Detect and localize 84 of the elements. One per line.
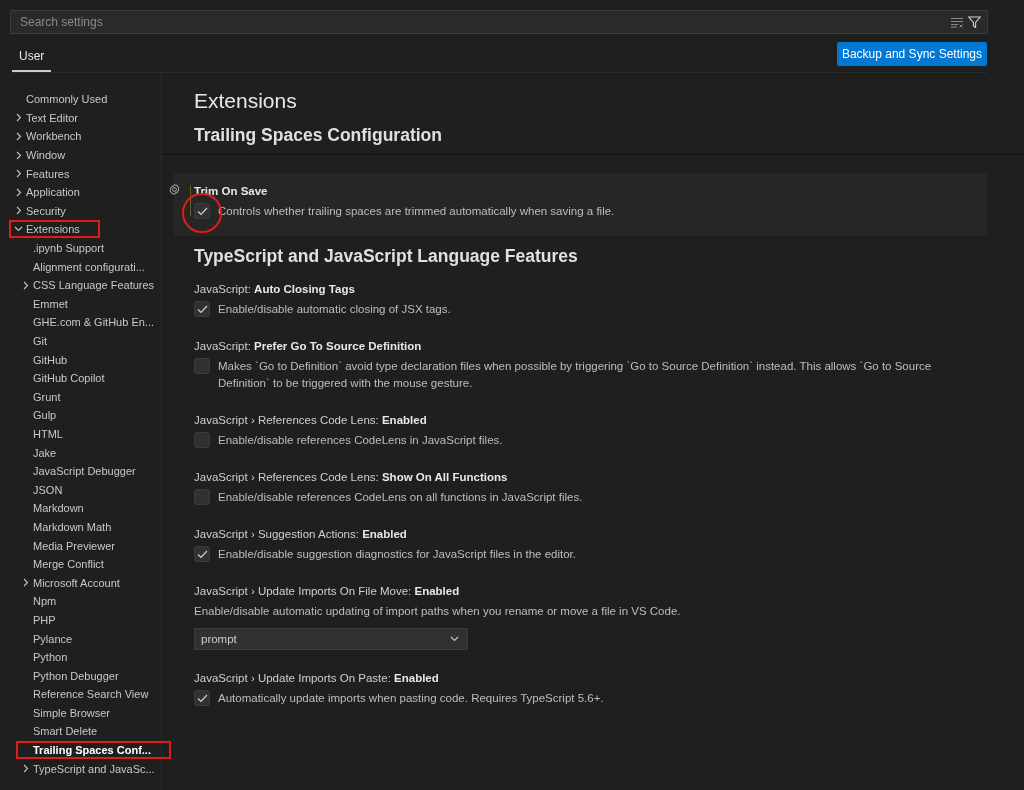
chevron-right-icon[interactable] (14, 113, 23, 123)
checkbox[interactable] (194, 546, 210, 562)
sidebar-item[interactable]: Merge Conflict (33, 558, 104, 571)
checkbox[interactable] (194, 358, 210, 374)
sidebar-item[interactable]: TypeScript and JavaSc... (33, 762, 155, 775)
search-field[interactable]: Search settings (10, 10, 988, 34)
setting-description: Makes `Go to Definition` avoid type declaration files when possible by triggering `Go to Source Definition` instead. This allows `Go to Source Definition` to be triggered with the mouse gesture. (218, 359, 933, 391)
filter-icon[interactable] (968, 15, 981, 29)
sidebar-item[interactable]: Npm (33, 595, 57, 608)
checkbox[interactable] (194, 489, 210, 505)
sidebar-item[interactable]: Window (26, 149, 66, 162)
clear-filter-icon[interactable] (951, 16, 964, 28)
chevron-right-icon[interactable] (14, 132, 23, 141)
sidebar-item[interactable]: CSS Language Features (33, 279, 155, 292)
setting-title: JavaScript › Update Imports On Paste: Enabled (194, 672, 440, 684)
section-heading: Trailing Spaces Configuration (194, 125, 443, 146)
sidebar-item[interactable]: HTML (33, 428, 63, 440)
sidebar-item[interactable]: JavaScript Debugger (33, 465, 136, 478)
check-icon (196, 304, 208, 314)
chevron-right-icon[interactable] (14, 206, 23, 216)
sidebar-item[interactable]: Workbench (26, 130, 82, 143)
sidebar-item[interactable]: Trailing Spaces Conf... (33, 744, 151, 757)
checkbox[interactable] (194, 203, 210, 219)
check-icon (196, 206, 208, 216)
sidebar-item[interactable]: Python Debugger (33, 669, 119, 682)
sidebar-item[interactable]: Python (33, 651, 68, 664)
chevron-right-icon[interactable] (21, 764, 30, 774)
setting-description: Enable/disable references CodeLens on all functions in JavaScript files. (218, 490, 584, 505)
check-icon (196, 693, 208, 703)
sidebar-item[interactable]: Application (26, 186, 80, 199)
sidebar-item[interactable]: Features (26, 167, 70, 180)
section-heading: TypeScript and JavaScript Language Features (194, 246, 579, 267)
sidebar-item[interactable]: Extensions (26, 223, 80, 236)
sidebar-item[interactable]: Media Previewer (33, 539, 115, 552)
sidebar-item[interactable]: PHP (33, 613, 56, 626)
sidebar-item[interactable]: Reference Search View (33, 688, 149, 701)
sidebar-item[interactable]: Git (33, 335, 48, 347)
setting-description: Automatically update imports when pasting code. Requires TypeScript 5.6+. (218, 691, 605, 706)
page-heading: Extensions (194, 89, 298, 113)
check-icon (196, 549, 208, 559)
sidebar-item[interactable]: Security (26, 204, 66, 217)
setting-title: JavaScript: Auto Closing Tags (194, 283, 356, 295)
sidebar-item[interactable]: .ipynb Support (33, 242, 104, 255)
chevron-right-icon[interactable] (14, 169, 23, 179)
setting-description: Enable/disable references CodeLens in JavaScript files. (218, 433, 504, 448)
chevron-right-icon[interactable] (21, 280, 30, 290)
sidebar-item[interactable]: Smart Delete (33, 725, 98, 738)
setting-title: JavaScript › Update Imports On File Move: Enabled (194, 585, 461, 597)
checkbox[interactable] (194, 690, 210, 706)
setting-title: JavaScript › References Code Lens: Show On All Functions (194, 471, 509, 483)
setting-title: JavaScript: Prefer Go To Source Definition (194, 340, 423, 352)
checkbox[interactable] (194, 301, 210, 317)
search-input[interactable]: Search settings (18, 14, 947, 30)
sidebar-item[interactable]: Emmet (33, 297, 68, 310)
chevron-down-icon (450, 635, 459, 643)
sync-button[interactable]: Backup and Sync Settings (836, 42, 987, 66)
sidebar-item[interactable]: Gulp (33, 409, 57, 422)
chevron-right-icon[interactable] (14, 187, 23, 197)
sidebar-item[interactable]: Microsoft Account (33, 576, 120, 589)
sidebar-item[interactable]: Alignment configurati... (33, 260, 145, 273)
sidebar-item[interactable]: Text Editor (26, 111, 78, 124)
sidebar-item[interactable]: GitHub Copilot (33, 372, 105, 385)
setting-title: JavaScript › References Code Lens: Enabled (194, 414, 428, 426)
sidebar-item[interactable]: Commonly Used (26, 93, 108, 106)
sidebar-item[interactable]: Pylance (33, 632, 73, 645)
chevron-down-icon[interactable] (14, 225, 23, 234)
sidebar-item[interactable]: Simple Browser (33, 706, 111, 719)
sidebar-item[interactable]: Markdown Math (33, 520, 112, 533)
setting-title: JavaScript › Suggestion Actions: Enabled (194, 528, 408, 540)
dropdown[interactable]: prompt (194, 628, 468, 650)
setting-description: Enable/disable automatic updating of import paths when you rename or move a file in VS Code. (194, 604, 682, 619)
chevron-right-icon[interactable] (14, 150, 23, 160)
setting-description: Enable/disable suggestion diagnostics for JavaScript files in the editor. (218, 547, 577, 562)
gear-icon[interactable] (168, 183, 181, 196)
checkbox[interactable] (194, 432, 210, 448)
sidebar-item[interactable]: JSON (33, 483, 63, 496)
sidebar-item[interactable]: Jake (33, 446, 57, 459)
sidebar-item[interactable]: Grunt (33, 390, 61, 403)
sidebar-item[interactable]: GitHub (33, 353, 68, 366)
tab[interactable]: User (12, 45, 52, 72)
setting-description: Enable/disable automatic closing of JSX tags. (218, 302, 452, 317)
sidebar-item[interactable]: GHE.com & GitHub En... (33, 316, 155, 329)
chevron-right-icon[interactable] (21, 578, 30, 588)
sidebar-item[interactable]: Markdown (33, 502, 84, 515)
